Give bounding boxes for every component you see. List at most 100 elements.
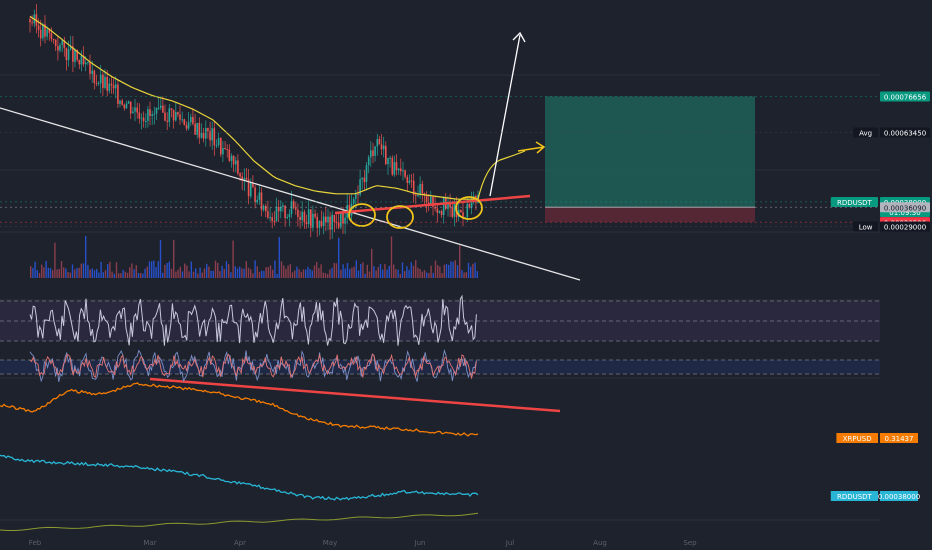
candle-body (333, 214, 336, 222)
candle-body (67, 49, 70, 61)
price-tag-label: Avg (859, 130, 872, 138)
volume-bar (162, 272, 164, 278)
volume-bar (412, 265, 415, 278)
candle-body (129, 101, 132, 114)
candle-body (382, 145, 385, 150)
x-tick-label: Sep (683, 539, 697, 547)
volume-bar (267, 267, 269, 278)
volume-bar (419, 269, 421, 278)
candle-body (421, 183, 424, 194)
volume-bar (133, 269, 135, 278)
candle-body (288, 214, 291, 217)
candle-body (125, 103, 128, 109)
candle-body (451, 207, 454, 217)
volume-bar (300, 271, 302, 278)
candle-body (205, 128, 207, 139)
x-tick-label: Apr (234, 539, 246, 547)
candle-body (258, 192, 261, 200)
volume-bar (371, 248, 373, 278)
volume-bar (256, 266, 258, 278)
candle-body (172, 110, 175, 121)
candle-body (95, 82, 98, 84)
candle-body (151, 114, 153, 116)
x-tick-label: Aug (593, 539, 607, 547)
candle-body (318, 220, 321, 228)
candle-body (402, 170, 404, 172)
candle-body (220, 138, 222, 155)
volume-bar (298, 269, 300, 278)
long-position-tool[interactable] (545, 96, 755, 223)
candle-body (123, 104, 126, 109)
volume-bar (276, 274, 278, 278)
volume-bar (305, 269, 307, 278)
candle-body (211, 128, 213, 141)
volume-bar (85, 236, 87, 278)
volume-bar (327, 274, 329, 278)
candle-body (442, 197, 445, 215)
volume-bar (302, 269, 305, 278)
volume-bar (258, 271, 261, 278)
candle-body (194, 123, 196, 135)
volume-bar (445, 264, 448, 278)
candle-body (239, 173, 241, 177)
candle-body (222, 148, 224, 155)
candle-body (102, 74, 104, 88)
volume-bar (89, 269, 91, 278)
xrp-tag-label: XRPUSD (843, 435, 872, 443)
volume-bar (366, 264, 368, 278)
volume-bar (155, 267, 157, 278)
candle-body (395, 162, 398, 171)
candle-body (355, 193, 357, 199)
candle-body (185, 125, 188, 129)
candle-body (127, 101, 130, 104)
volume-bar (179, 266, 181, 278)
volume-bar (34, 261, 36, 278)
candle-body (162, 105, 164, 113)
volume-bar (58, 269, 60, 278)
volume-bar (272, 269, 274, 278)
volume-bar (368, 271, 371, 278)
volume-bar (417, 267, 419, 278)
volume-bar (181, 271, 184, 278)
volume-bar (96, 269, 98, 278)
candle-body (99, 74, 102, 84)
target-zone[interactable] (545, 96, 755, 208)
volume-bar (421, 271, 423, 278)
candle-body (275, 206, 278, 222)
volume-bar (188, 271, 190, 278)
candle-body (84, 62, 87, 65)
stop-zone[interactable] (545, 207, 755, 223)
volume-bar (203, 268, 206, 278)
price-tag-value: 0.00063450 (884, 130, 926, 138)
candle-body (170, 108, 173, 111)
candle-body (303, 211, 306, 223)
volume-bar (410, 262, 412, 278)
price-tag-value: 0.00036090 (884, 204, 926, 212)
volume-bar (430, 265, 432, 278)
volume-bar (331, 267, 333, 278)
candle-body (410, 180, 413, 182)
volume-bar (131, 263, 133, 278)
volume-bar (201, 272, 203, 278)
candle-body (177, 112, 179, 115)
candle-body (378, 139, 381, 145)
volume-bar (135, 265, 137, 278)
volume-bar (434, 260, 437, 278)
candle-body (408, 180, 411, 183)
candle-body (460, 209, 462, 213)
volume-bar (474, 262, 476, 278)
candle-body (119, 100, 121, 104)
candle-body (235, 160, 237, 165)
volume-bar (450, 261, 452, 278)
volume-bar (190, 261, 192, 278)
volume-bar (291, 272, 294, 278)
candle-body (89, 62, 91, 74)
volume-bar (164, 264, 166, 278)
volume-bar (346, 262, 349, 278)
candle-body (31, 22, 33, 24)
candle-body (37, 25, 40, 30)
volume-bar (82, 263, 85, 278)
candle-body (436, 208, 439, 213)
trading-chart[interactable]: 0.00076656 Avg 0.00063450 RDDUSDT 0.00038000… (0, 0, 932, 550)
volume-bar (448, 264, 450, 278)
